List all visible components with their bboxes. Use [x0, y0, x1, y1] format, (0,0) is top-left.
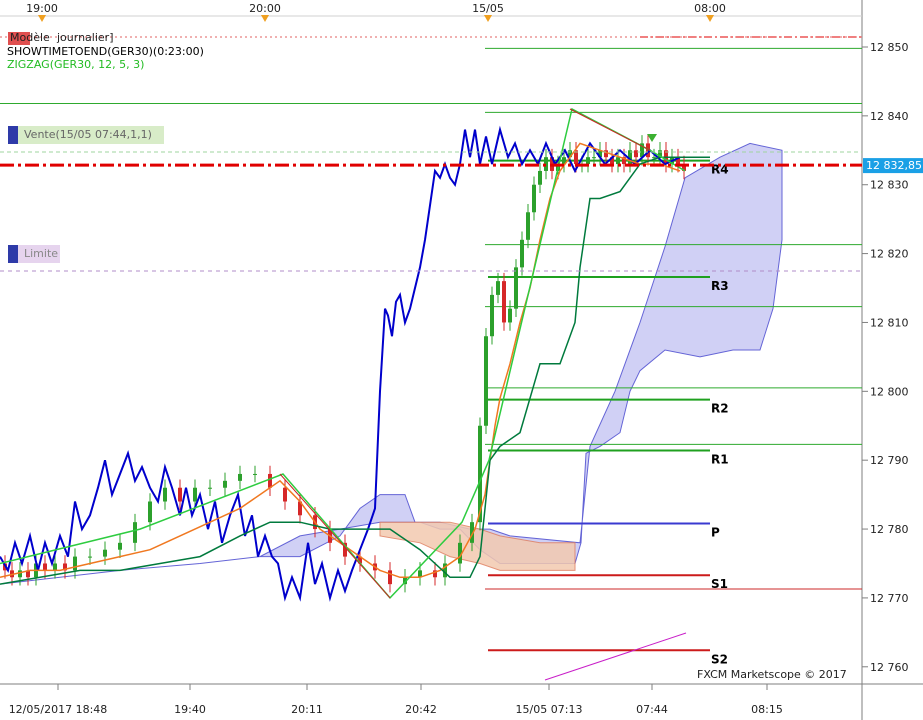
y-tick-label: 12 780 — [870, 523, 909, 536]
candle-body — [616, 157, 620, 165]
bottom-time-label: 08:15 — [751, 703, 783, 716]
current-price-tag: 12 832,85 — [863, 158, 923, 174]
candle-body — [502, 281, 506, 323]
bottom-time-axis: 12/05/2017 18:48 19:40 20:11 20:42 15/05 07:… — [9, 684, 783, 716]
candle-body — [103, 549, 107, 557]
bottom-time-label: 20:11 — [291, 703, 323, 716]
y-tick-label: 12 790 — [870, 454, 909, 467]
candle-body — [18, 570, 22, 578]
y-tick-label: 12 840 — [870, 110, 909, 123]
top-time-label: 19:00 — [26, 2, 58, 15]
candle-body — [163, 487, 167, 502]
candle-body — [193, 487, 197, 502]
candle-body — [238, 473, 242, 481]
candle-body — [43, 563, 47, 571]
bottom-time-label: 20:42 — [405, 703, 437, 716]
indicator-line-0: journalier] — [57, 31, 114, 44]
bottom-time-label: 07:44 — [636, 703, 668, 716]
candle-body — [490, 294, 494, 337]
candle-body — [520, 239, 524, 268]
pivot-label-r1: R1 — [711, 453, 729, 467]
pivot-label-s2: S2 — [711, 652, 728, 666]
candle-body — [118, 542, 122, 550]
indicator-line-1: SHOWTIMETOEND(GER30)(0:23:00) — [7, 45, 204, 58]
candle-body — [592, 157, 596, 159]
current-price-label: 12 832,85 — [866, 159, 922, 172]
sell-order-handle[interactable] — [8, 126, 18, 144]
candle-body — [532, 184, 536, 213]
modele-tag: Modèle — [10, 31, 50, 44]
candle-body — [148, 501, 152, 523]
candle-body — [178, 487, 182, 502]
candle-body — [496, 281, 500, 295]
bottom-time-label: 15/05 07:13 — [516, 703, 583, 716]
candle-body — [586, 157, 590, 165]
pivot-label-r2: R2 — [711, 402, 729, 416]
candle-body — [538, 170, 542, 185]
top-time-label: 08:00 — [694, 2, 726, 15]
limit-order-label: Limite — [24, 247, 59, 260]
watermark: FXCM Marketscope © 2017 — [697, 668, 847, 681]
bottom-time-label: 12/05/2017 18:48 — [9, 703, 108, 716]
pivot-label-s1: S1 — [711, 577, 728, 591]
candle-body — [484, 336, 488, 426]
candle-body — [253, 473, 257, 475]
y-tick-label: 12 760 — [870, 661, 909, 674]
candle-body — [88, 556, 92, 558]
y-tick-label: 12 800 — [870, 385, 909, 398]
y-axis-ticks: 12 760 12 770 12 780 12 790 12 800 12 810 12 8… — [862, 41, 909, 674]
candle-body — [268, 473, 272, 488]
y-tick-label: 12 820 — [870, 248, 909, 261]
candle-body — [508, 308, 512, 323]
pivot-label-p: P — [711, 526, 720, 540]
bottom-time-label: 19:40 — [174, 703, 206, 716]
y-tick-label: 12 810 — [870, 316, 909, 329]
limit-order-box[interactable]: Limite — [8, 245, 60, 263]
candle-body — [208, 487, 212, 489]
sell-order-box[interactable]: Vente(15/05 07:44,1,1) — [8, 126, 164, 144]
candle-body — [73, 556, 77, 571]
y-tick-label: 12 850 — [870, 41, 909, 54]
pivot-label-r3: R3 — [711, 279, 729, 293]
chart-canvas: R4R3R2R1PS1S2 12 76012 77012 78012 79012… — [0, 0, 923, 720]
top-time-label: 15/05 — [472, 2, 504, 15]
candle-body — [53, 563, 57, 571]
top-time-label: 20:00 — [249, 2, 281, 15]
candle-body — [283, 487, 287, 502]
candle-body — [526, 212, 530, 240]
indicator-line-2: ZIGZAG(GER30, 12, 5, 3) — [7, 58, 145, 71]
sell-order-label: Vente(15/05 07:44,1,1) — [24, 128, 152, 141]
y-tick-label: 12 830 — [870, 179, 909, 192]
y-tick-label: 12 770 — [870, 592, 909, 605]
limit-order-handle[interactable] — [8, 245, 18, 263]
candle-body — [133, 522, 137, 543]
candle-body — [634, 150, 638, 158]
candle-body — [514, 267, 518, 309]
candle-body — [388, 570, 392, 585]
candle-body — [223, 480, 227, 488]
